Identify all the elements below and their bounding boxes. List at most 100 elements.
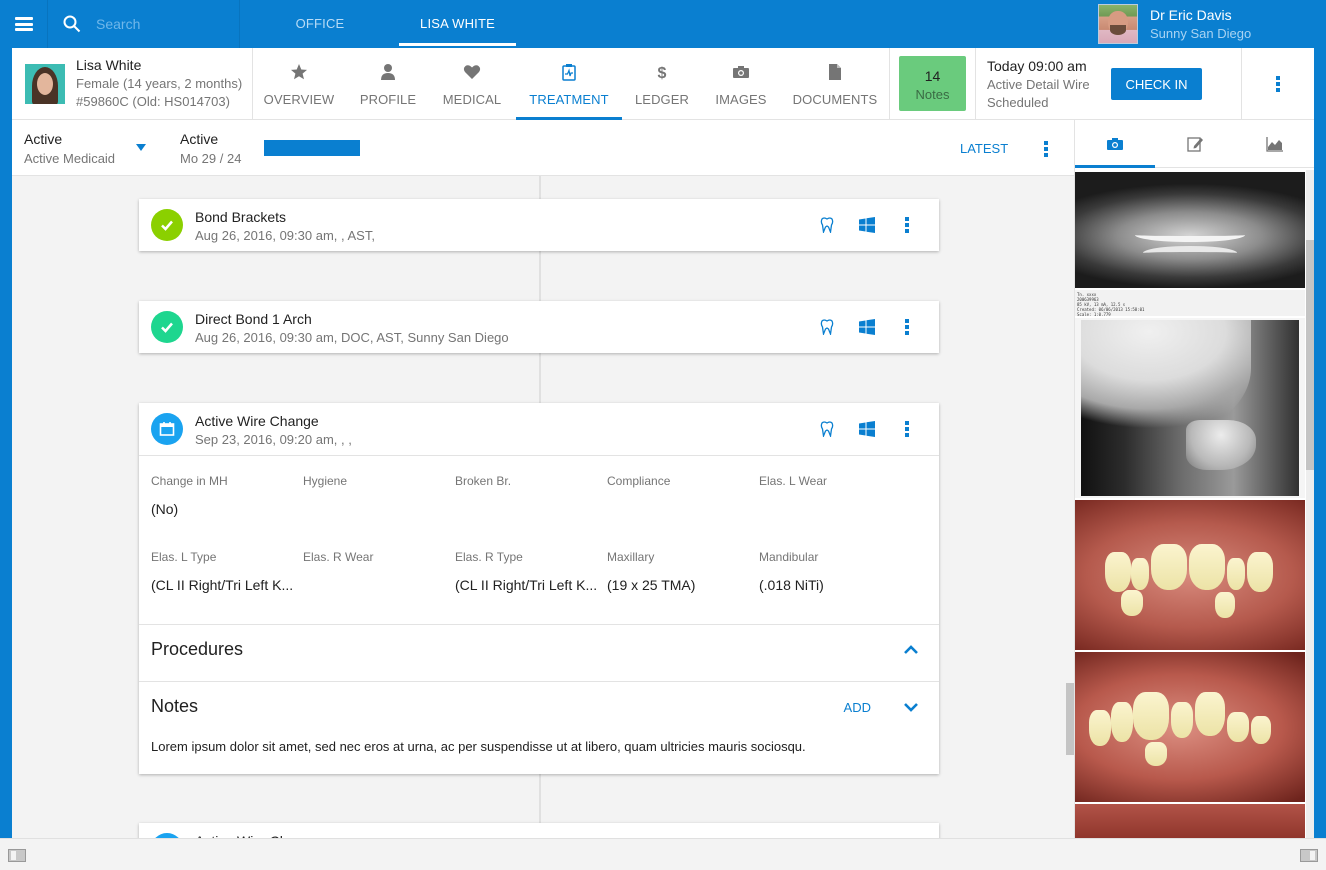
bottom-bar [0,838,1326,870]
tab-patient-lisa-white[interactable]: LISA WHITE [399,0,516,48]
treatment-status-select[interactable]: Active Active Medicaid [24,131,115,166]
side-panel-scrollbar-thumb[interactable] [1306,240,1314,470]
treatment-status-bar: Active Active Medicaid Active Mo 29 / 24… [12,120,1074,176]
tooth-icon[interactable] [819,217,835,233]
card-more-icon[interactable] [899,319,915,335]
chevron-up-icon[interactable] [903,645,919,655]
card-title: Active Wire Change [195,413,319,429]
card-subtitle: Sep 23, 2016, 09:20 am, , , [195,432,352,447]
nav-tab-overview[interactable]: OVERVIEW [260,48,338,120]
treatment-phase: Active Mo 29 / 24 [180,131,241,166]
notes-section: Notes ADD Lorem ipsum dolor sit amet, se… [139,681,939,782]
notes-count-button[interactable]: 14 Notes [899,56,966,111]
patient-id: #59860C (Old: HS014703) [76,94,230,109]
divider [1241,48,1242,120]
check-in-button[interactable]: CHECK IN [1111,68,1202,100]
user-location: Sunny San Diego [1150,26,1252,41]
card-more-icon[interactable] [899,421,915,437]
person-icon [381,64,395,80]
dropdown-arrow-icon[interactable] [136,144,146,151]
side-panel-scrollbar[interactable] [1306,170,1314,838]
search-box [48,0,240,48]
toggle-right-panel-icon[interactable] [1300,849,1318,862]
nav-tab-images[interactable]: IMAGES [704,48,778,120]
nav-tab-label: LEDGER [634,92,690,107]
add-note-button[interactable]: ADD [844,700,871,715]
side-tab-charts[interactable] [1235,120,1314,167]
card-header[interactable]: Active Wire Change Sep 23, 2016, 09:20 a… [139,403,939,455]
appointment-time: Today 09:00 am [987,58,1087,74]
nav-tab-label: MEDICAL [442,92,502,107]
divider [252,48,253,120]
status-insurance: Active Medicaid [24,151,116,166]
intraoral-photo-frontal[interactable] [1075,500,1305,650]
completed-check-icon [151,209,183,241]
search-icon [63,15,81,33]
nav-tab-documents[interactable]: DOCUMENTS [788,48,882,120]
notes-label: Notes [915,87,950,102]
timeline-card-expanded: Active Wire Change Sep 23, 2016, 09:20 a… [139,403,939,774]
card-more-icon[interactable] [899,217,915,233]
user-name: Dr Eric Davis [1150,7,1232,23]
nav-tab-label: TREATMENT [529,92,609,107]
nav-tab-medical[interactable]: MEDICAL [434,48,510,120]
tooth-icon[interactable] [819,421,835,437]
search-input[interactable] [96,12,226,36]
notes-title: Notes [151,696,199,716]
clipboard-pulse-icon [562,64,576,81]
timeline-card[interactable]: Bond Brackets Aug 26, 2016, 09:30 am, , … [139,199,939,251]
nav-tab-profile[interactable]: PROFILE [350,48,426,120]
panoramic-xray-image[interactable] [1075,172,1305,288]
image-gallery: Tn. xxxx 200639963 85 kV, 13 mA, 12.5 s … [1075,172,1307,838]
area-chart-icon [1266,136,1283,152]
more-options-icon[interactable] [1276,76,1280,92]
star-icon [291,64,307,80]
side-tab-images[interactable] [1075,120,1155,168]
toggle-left-panel-icon[interactable] [8,849,26,862]
procedures-section[interactable]: Procedures [139,624,939,681]
completed-check-icon [151,311,183,343]
card-subtitle: Aug 26, 2016, 09:30 am, , AST, [195,228,375,243]
chevron-down-icon[interactable] [903,702,919,712]
main-scrollbar-thumb[interactable] [1066,683,1074,755]
side-panel-tabs [1075,120,1314,168]
card-title: Bond Brackets [195,209,287,225]
timeline-card[interactable]: Active Wire Change [139,823,939,838]
edit-icon [1187,136,1203,152]
status-title: Active [24,131,63,147]
divider [975,48,976,120]
timeline-card[interactable]: Direct Bond 1 Arch Aug 26, 2016, 09:30 a… [139,301,939,353]
windows-icon[interactable] [859,421,875,437]
patient-header: Lisa White Female (14 years, 2 months) #… [12,48,1314,120]
field-elas-r-type: Elas. R Type (CL II Right/Tri Left K... [455,550,598,593]
note-text: Lorem ipsum dolor sit amet, sed nec eros… [151,739,806,754]
windows-icon[interactable] [859,217,875,233]
divider [889,48,890,120]
timeline-more-icon[interactable] [1044,141,1048,157]
intraoral-photo-lateral[interactable] [1075,652,1305,802]
field-elas-r-wear: Elas. R Wear [303,550,374,564]
dollar-icon: $ [658,65,667,81]
intraoral-photo[interactable] [1075,804,1305,838]
hamburger-icon [14,17,33,31]
tab-office-calendar[interactable]: OFFICE CALENDAR [264,0,376,79]
nav-tab-label: PROFILE [359,92,417,107]
tooth-icon[interactable] [819,319,835,335]
document-icon [829,64,841,80]
camera-icon [1107,137,1123,150]
nav-tab-label: DOCUMENTS [792,92,878,107]
latest-button[interactable]: LATEST [960,141,1008,156]
cephalometric-xray-image[interactable] [1075,318,1305,498]
nav-tab-ledger[interactable]: $ LEDGER [628,48,696,120]
nav-tab-treatment[interactable]: TREATMENT [516,48,622,120]
field-hygiene: Hygiene [303,474,348,488]
phase-title: Active [180,131,219,147]
appointment-type: Active Detail Wire [987,77,1090,92]
side-tab-notes[interactable] [1155,120,1235,167]
phase-months: Mo 29 / 24 [180,151,242,166]
patient-demographics: Female (14 years, 2 months) [76,76,243,91]
menu-button[interactable] [0,0,48,48]
field-broken-brackets: Broken Br. [455,474,512,488]
user-menu[interactable]: Dr Eric Davis Sunny San Diego [1098,4,1251,44]
windows-icon[interactable] [859,319,875,335]
